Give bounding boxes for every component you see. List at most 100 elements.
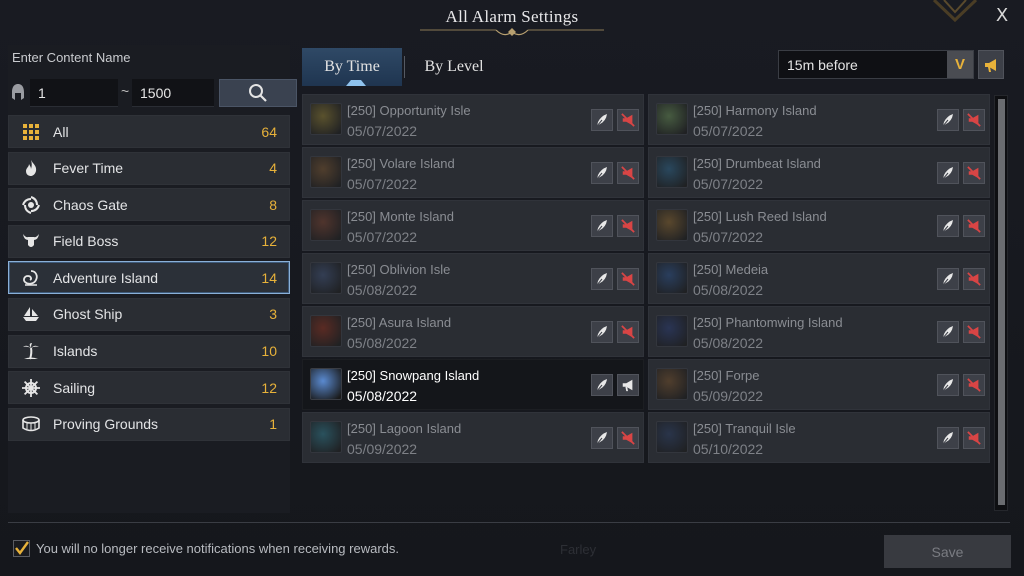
island-thumbnail	[656, 209, 688, 241]
alarm-muted-button[interactable]	[617, 109, 639, 131]
search-button[interactable]	[219, 79, 297, 107]
category-item-proving-grounds[interactable]: Proving Grounds 1	[8, 407, 290, 441]
alarm-on-button[interactable]	[617, 374, 639, 396]
island-card[interactable]: [250] Volare Island 05/07/2022	[302, 147, 644, 198]
island-card[interactable]: [250] Harmony Island 05/07/2022	[648, 94, 990, 145]
alarm-muted-button[interactable]	[963, 427, 985, 449]
category-item-ghost-ship[interactable]: Ghost Ship 3	[8, 297, 290, 331]
pin-button[interactable]	[591, 374, 613, 396]
island-thumbnail	[310, 315, 342, 347]
notification-sound-button[interactable]	[978, 50, 1004, 79]
close-button[interactable]: X	[992, 5, 1012, 27]
feather-pin-icon	[596, 273, 607, 286]
scrollbar[interactable]	[994, 95, 1008, 511]
tab-by-time[interactable]: By Time	[302, 48, 402, 86]
tab-divider	[404, 56, 405, 78]
alarm-muted-button[interactable]	[963, 268, 985, 290]
pin-button[interactable]	[937, 374, 959, 396]
pin-button[interactable]	[591, 215, 613, 237]
muted-megaphone-icon	[621, 166, 635, 180]
category-item-chaos-gate[interactable]: Chaos Gate 8	[8, 188, 290, 222]
island-thumbnail	[310, 368, 342, 400]
island-title: [250] Harmony Island	[693, 103, 817, 118]
tab-by-level[interactable]: By Level	[414, 48, 494, 86]
search-icon	[249, 84, 267, 102]
alarm-muted-button[interactable]	[963, 374, 985, 396]
level-min-input[interactable]	[30, 79, 118, 107]
alarm-muted-button[interactable]	[963, 321, 985, 343]
category-count: 12	[261, 233, 277, 250]
category-count: 12	[261, 379, 277, 396]
category-item-sailing[interactable]: Sailing 12	[8, 371, 290, 405]
palm-tree-icon	[23, 343, 39, 360]
alarm-muted-button[interactable]	[963, 109, 985, 131]
muted-megaphone-icon	[621, 272, 635, 286]
island-card[interactable]: [250] Lush Reed Island 05/07/2022	[648, 200, 990, 251]
island-card[interactable]: [250] Lagoon Island 05/09/2022	[302, 412, 644, 463]
scrollbar-thumb[interactable]	[998, 99, 1005, 505]
category-item-adventure-island[interactable]: Adventure Island 14	[8, 261, 290, 295]
pin-button[interactable]	[591, 321, 613, 343]
category-item-islands[interactable]: Islands 10	[8, 334, 290, 368]
island-card[interactable]: [250] Snowpang Island 05/08/2022	[302, 359, 644, 410]
alarm-timing-dropdown[interactable]: 15m before V	[778, 50, 974, 79]
island-card[interactable]: [250] Medeia 05/08/2022	[648, 253, 990, 304]
alarm-muted-button[interactable]	[617, 268, 639, 290]
island-date: 05/09/2022	[693, 388, 764, 404]
pin-button[interactable]	[591, 268, 613, 290]
island-card[interactable]: [250] Asura Island 05/08/2022	[302, 306, 644, 357]
pin-button[interactable]	[937, 162, 959, 184]
alarm-muted-button[interactable]	[617, 215, 639, 237]
corner-emblem-icon	[932, 0, 978, 23]
category-item-fever-time[interactable]: Fever Time 4	[8, 151, 290, 185]
island-thumbnail	[656, 262, 688, 294]
island-card[interactable]: [250] Monte Island 05/07/2022	[302, 200, 644, 251]
pin-button[interactable]	[937, 268, 959, 290]
pin-button[interactable]	[591, 162, 613, 184]
pin-button[interactable]	[937, 321, 959, 343]
island-title: [250] Snowpang Island	[347, 368, 480, 383]
pin-button[interactable]	[591, 427, 613, 449]
level-range-row: ~	[8, 77, 297, 107]
island-card[interactable]: [250] Opportunity Isle 05/07/2022	[302, 94, 644, 145]
megaphone-icon	[622, 379, 633, 392]
muted-megaphone-icon	[621, 431, 635, 445]
island-card[interactable]: [250] Tranquil Isle 05/10/2022	[648, 412, 990, 463]
island-card[interactable]: [250] Phantomwing Island 05/08/2022	[648, 306, 990, 357]
category-label: Chaos Gate	[53, 196, 128, 213]
muted-megaphone-icon	[967, 113, 981, 127]
island-card[interactable]: [250] Oblivion Isle 05/08/2022	[302, 253, 644, 304]
island-date: 05/07/2022	[693, 176, 764, 192]
pin-button[interactable]	[937, 109, 959, 131]
island-title: [250] Tranquil Isle	[693, 421, 796, 436]
pin-button[interactable]	[937, 427, 959, 449]
category-item-all[interactable]: All 64	[8, 115, 290, 148]
feather-pin-icon	[942, 114, 953, 127]
alarm-muted-button[interactable]	[617, 321, 639, 343]
island-date: 05/07/2022	[347, 123, 418, 139]
island-card[interactable]: [250] Forpe 05/09/2022	[648, 359, 990, 410]
muted-megaphone-icon	[621, 113, 635, 127]
horned-skull-icon	[23, 234, 39, 248]
category-item-field-boss[interactable]: Field Boss 12	[8, 224, 290, 258]
island-card[interactable]: [250] Drumbeat Island 05/07/2022	[648, 147, 990, 198]
island-title: [250] Asura Island	[347, 315, 452, 330]
level-max-input[interactable]	[132, 79, 214, 107]
pin-button[interactable]	[937, 215, 959, 237]
chevron-down-icon[interactable]: V	[947, 51, 973, 78]
alarm-muted-button[interactable]	[963, 215, 985, 237]
category-count: 8	[269, 196, 277, 213]
island-thumbnail	[310, 209, 342, 241]
feather-pin-icon	[942, 432, 953, 445]
checkbox-label: You will no longer receive notifications…	[36, 541, 399, 556]
island-title: [250] Volare Island	[347, 156, 455, 171]
alarm-muted-button[interactable]	[617, 427, 639, 449]
alarm-muted-button[interactable]	[963, 162, 985, 184]
no-notification-checkbox[interactable]	[13, 540, 30, 557]
vortex-icon	[22, 195, 40, 214]
save-button[interactable]: Save	[884, 535, 1011, 568]
feather-pin-icon	[942, 220, 953, 233]
pin-button[interactable]	[591, 109, 613, 131]
alarm-muted-button[interactable]	[617, 162, 639, 184]
island-title: [250] Medeia	[693, 262, 769, 277]
